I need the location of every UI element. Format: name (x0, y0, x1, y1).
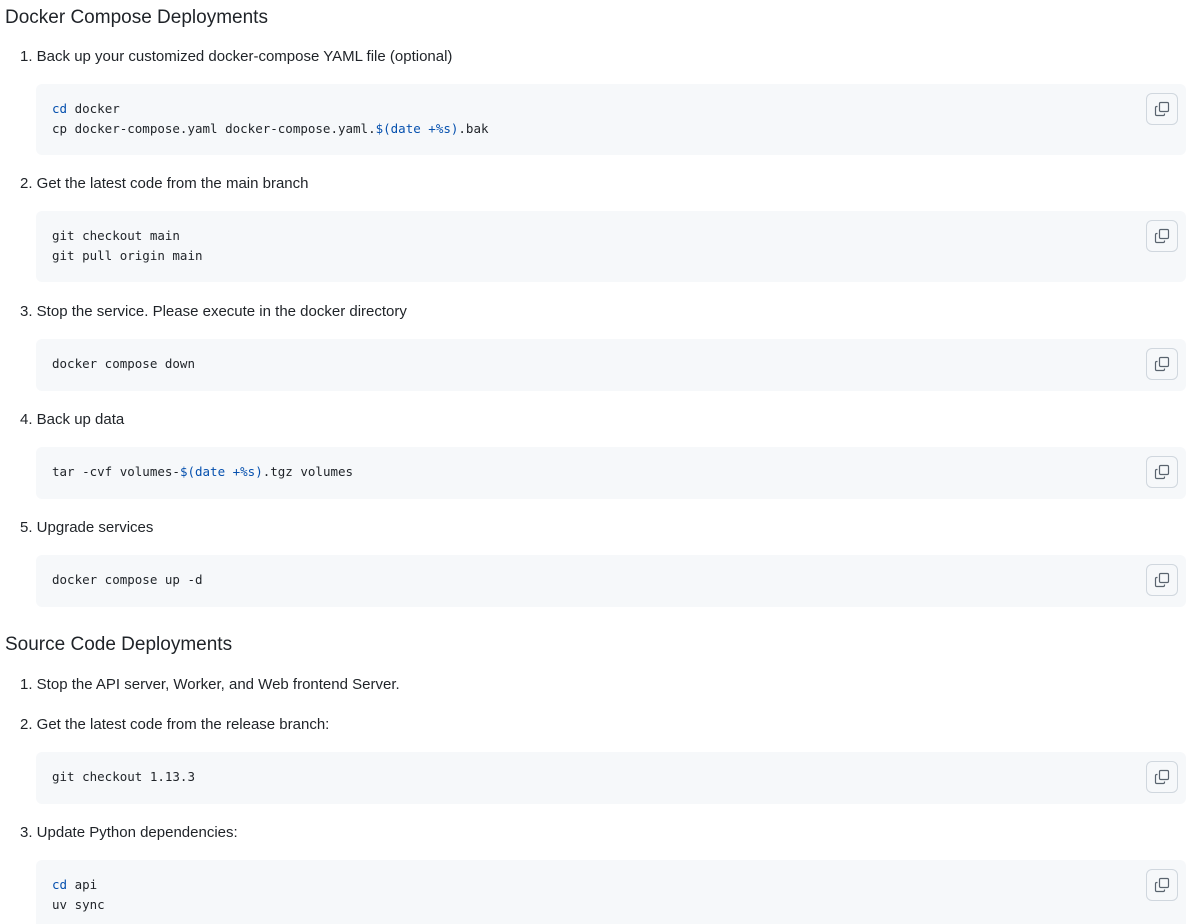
code-block-uv-sync: cd api uv sync (36, 860, 1186, 924)
copy-button[interactable] (1146, 348, 1178, 380)
code-token: api (67, 877, 98, 892)
copy-button[interactable] (1146, 220, 1178, 252)
copy-button[interactable] (1146, 761, 1178, 793)
code-keyword: $(date +%s) (179, 464, 263, 479)
code-line: docker compose up -d (52, 572, 203, 587)
code-keyword: cd (52, 877, 68, 892)
source-step-3: 3. Update Python dependencies: (20, 824, 238, 841)
code-line: uv sync (52, 896, 105, 912)
source-section-title: Source Code Deployments (5, 634, 233, 655)
code-block-git-pull: git checkout main git pull origin main (36, 211, 1186, 282)
docker-step-4: 4. Back up data (20, 411, 125, 428)
copy-button[interactable] (1146, 93, 1178, 125)
code-token: cp docker-compose.yaml docker-compose.ya… (52, 120, 376, 136)
docker-step-1: 1. Back up your customized docker-compos… (20, 48, 453, 65)
code-text: docker compose up -d (52, 570, 203, 590)
code-block-backup-yaml: cd docker cp docker-compose.yaml docker-… (36, 84, 1186, 155)
code-text: tar -cvf volumes-$(date +%s).tgz volumes (52, 462, 353, 482)
code-line: docker compose down (52, 356, 195, 371)
docker-step-5: 5. Upgrade services (20, 519, 154, 536)
copy-icon (1154, 464, 1170, 480)
code-text: git checkout 1.13.3 (52, 767, 195, 787)
code-text: cd docker cp docker-compose.yaml docker-… (52, 99, 489, 138)
code-keyword: cd (52, 101, 68, 116)
docker-step-3: 3. Stop the service. Please execute in t… (20, 303, 407, 320)
code-text: docker compose down (52, 354, 195, 374)
code-block-compose-down: docker compose down (36, 339, 1186, 391)
code-block-git-checkout-release: git checkout 1.13.3 (36, 752, 1186, 804)
copy-icon (1154, 769, 1170, 785)
code-token: .bak (458, 120, 489, 136)
copy-icon (1154, 572, 1170, 588)
code-block-compose-up: docker compose up -d (36, 555, 1186, 607)
source-step-2: 2. Get the latest code from the release … (20, 716, 330, 733)
copy-icon (1154, 228, 1170, 244)
copy-icon (1154, 101, 1170, 117)
docker-step-2: 2. Get the latest code from the main bra… (20, 175, 309, 192)
code-token: .tgz volumes (262, 464, 354, 479)
copy-button[interactable] (1146, 869, 1178, 901)
code-line: git checkout 1.13.3 (52, 769, 195, 784)
upgrade-guide-page: Docker Compose Deployments 1. Back up yo… (0, 0, 1191, 924)
copy-icon (1154, 356, 1170, 372)
docker-section-title: Docker Compose Deployments (5, 7, 268, 28)
code-line: git checkout main (52, 228, 180, 243)
code-keyword: $(date +%s) (375, 120, 459, 136)
copy-icon (1154, 877, 1170, 893)
code-block-backup-volumes: tar -cvf volumes-$(date +%s).tgz volumes (36, 447, 1186, 499)
code-token: docker (67, 101, 120, 116)
code-text: git checkout main git pull origin main (52, 226, 203, 265)
code-line: git pull origin main (52, 247, 203, 263)
code-text: cd api uv sync (52, 875, 105, 914)
copy-button[interactable] (1146, 456, 1178, 488)
copy-button[interactable] (1146, 564, 1178, 596)
code-token: tar -cvf volumes- (52, 464, 180, 479)
source-step-1: 1. Stop the API server, Worker, and Web … (20, 676, 400, 693)
